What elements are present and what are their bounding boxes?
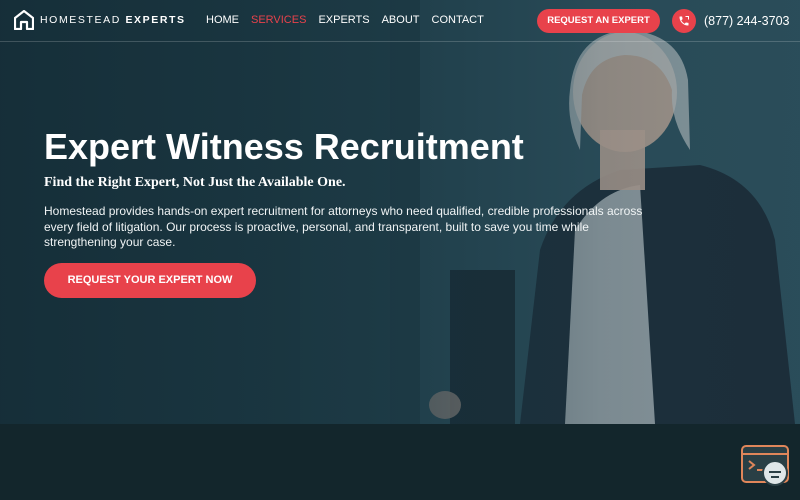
nav-item-services[interactable]: SERVICES [251, 14, 306, 26]
nav-item-contact[interactable]: CONTACT [432, 14, 484, 26]
phone-button[interactable] [672, 9, 696, 33]
lower-section [0, 424, 800, 500]
hero-title: Expert Witness Recruitment [44, 126, 524, 167]
request-your-expert-now-button[interactable]: REQUEST YOUR EXPERT NOW [44, 263, 256, 298]
hero-subtitle: Find the Right Expert, Not Just the Avai… [44, 175, 346, 190]
logo-text-light: HOMESTEAD [40, 14, 126, 26]
phone-icon [679, 16, 689, 26]
hero-description: Homestead provides hands-on expert recru… [44, 204, 643, 249]
request-expert-button[interactable]: REQUEST AN EXPERT [537, 9, 660, 33]
top-navigation-bar: HOMESTEAD EXPERTS HOME SERVICES EXPERTS … [0, 0, 800, 42]
nav-item-experts[interactable]: EXPERTS [318, 14, 369, 26]
nav-item-home[interactable]: HOME [206, 14, 239, 26]
site-logo[interactable]: HOMESTEAD EXPERTS [14, 10, 186, 30]
main-nav: HOME SERVICES EXPERTS ABOUT CONTACT [206, 14, 484, 26]
hero-section: HOMESTEAD EXPERTS HOME SERVICES EXPERTS … [0, 0, 800, 424]
phone-number-link[interactable]: (877) 244-3703 [704, 14, 789, 28]
chat-widget-button[interactable] [741, 445, 791, 487]
logo-wordmark: HOMESTEAD EXPERTS [40, 14, 186, 26]
house-logo-icon [14, 10, 34, 30]
chat-widget-icon [741, 445, 789, 486]
nav-item-about[interactable]: ABOUT [382, 14, 420, 26]
logo-text-bold: EXPERTS [125, 14, 186, 26]
